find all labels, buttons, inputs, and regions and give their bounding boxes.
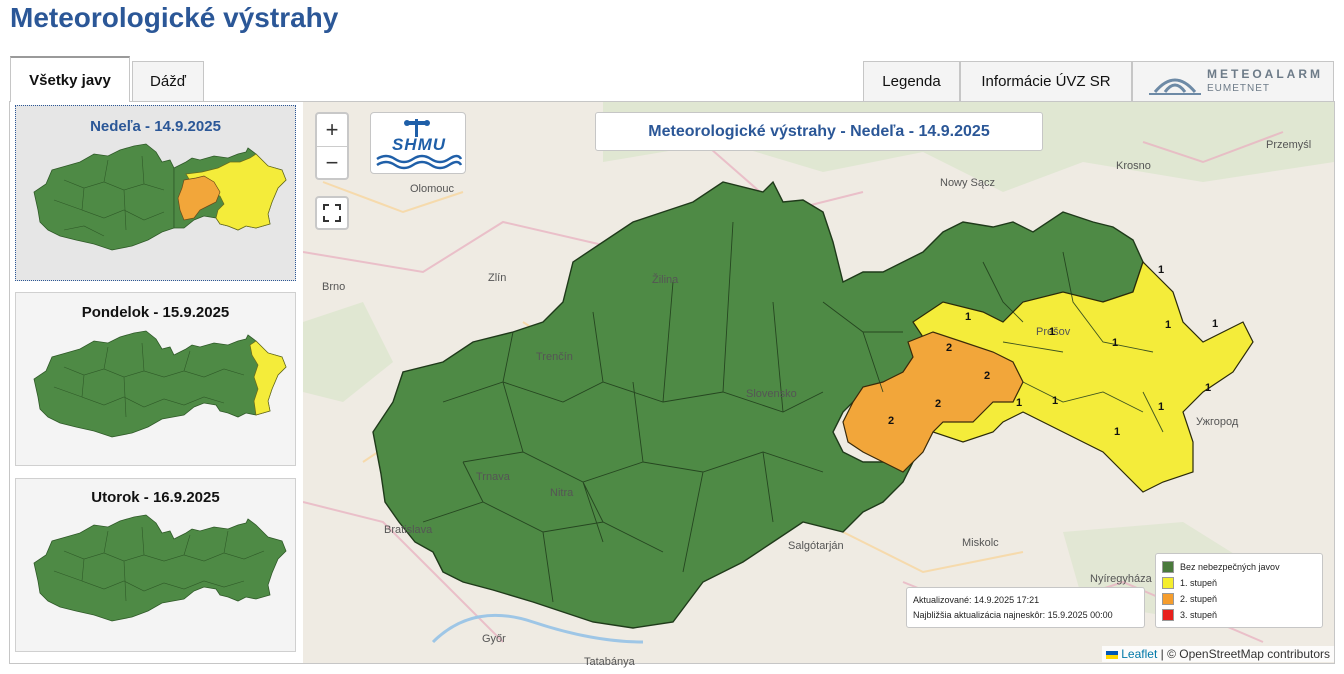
legend-row: 1. stupeň [1162, 575, 1316, 591]
zoom-in-button[interactable]: + [317, 114, 347, 146]
uvz-info-button[interactable]: Informácie ÚVZ SR [960, 61, 1132, 101]
day-card-sunday[interactable]: Nedeľa - 14.9.2025 [15, 105, 296, 281]
city-label: Trnava [476, 471, 510, 483]
warning-level-label: 2 [888, 415, 895, 427]
warning-level-label: 1 [1205, 382, 1212, 394]
warning-level-label: 2 [935, 398, 942, 410]
mini-map-sunday [33, 143, 287, 251]
city-label: Nitra [550, 487, 574, 499]
shmu-logo[interactable]: SHMU [370, 112, 466, 174]
legend-swatch [1162, 593, 1174, 605]
ukraine-flag-icon [1105, 650, 1118, 659]
warning-level-label: 1 [1165, 319, 1172, 331]
city-label: Ужгород [1196, 416, 1239, 428]
city-label: Trenčín [536, 351, 573, 363]
tab-all-phenomena[interactable]: Všetky javy [10, 56, 130, 102]
legend-button-label: Legenda [882, 73, 941, 90]
zoom-control: + − [315, 112, 349, 180]
osm-attribution: | © OpenStreetMap contributors [1160, 647, 1330, 661]
legend-label: Bez nebezpečných javov [1180, 562, 1280, 572]
update-info: Aktualizované: 14.9.2025 17:21 Najbližši… [906, 587, 1145, 628]
legend-label: 2. stupeň [1180, 594, 1218, 604]
meteoalarm-link[interactable]: METEOALARM EUMETNET [1132, 61, 1334, 101]
meteoalarm-logo-icon [1149, 78, 1201, 95]
page-title: Meteorologické výstrahy [10, 2, 339, 33]
fullscreen-button[interactable] [315, 196, 349, 230]
city-label: Brno [322, 281, 346, 293]
city-label: Tatabánya [584, 656, 635, 668]
eumetnet-text: EUMETNET [1207, 83, 1270, 94]
legend-row: 3. stupeň [1162, 607, 1316, 623]
map-title: Meteorologické výstrahy - Nedeľa - 14.9.… [595, 112, 1043, 151]
legend-row: 2. stupeň [1162, 591, 1316, 607]
shmu-logo-text: SHMU [391, 135, 447, 154]
day-card-tuesday[interactable]: Utorok - 16.9.2025 [15, 478, 296, 652]
tab-label: Dážď [150, 73, 186, 90]
legend-label: 3. stupeň [1180, 610, 1218, 620]
warning-level-label: 1 [965, 311, 972, 323]
warning-level-label: 1 [1052, 395, 1059, 407]
leaflet-link[interactable]: Leaflet [1121, 647, 1157, 661]
warning-level-label: 1 [1016, 397, 1023, 409]
fullscreen-icon [323, 204, 341, 222]
warning-level-label: 1 [1049, 326, 1056, 338]
city-label: Žilina [652, 274, 679, 286]
city-label: Zlín [488, 272, 507, 284]
warning-level-label: 2 [984, 370, 991, 382]
next-update-time: Najbližšia aktualizácia najneskôr: 15.9.… [913, 610, 1113, 620]
city-label: Salgótarján [788, 540, 844, 552]
city-label: Olomouc [410, 183, 455, 195]
day-title: Pondelok - 15.9.2025 [81, 304, 230, 321]
mini-map-tuesday [33, 514, 287, 622]
zoom-out-button[interactable]: − [317, 146, 347, 179]
city-label: Nyíregyháza [1090, 573, 1152, 585]
legend-swatch [1162, 577, 1174, 589]
day-title: Utorok - 16.9.2025 [91, 489, 220, 506]
updated-time: Aktualizované: 14.9.2025 17:21 [913, 595, 1040, 605]
uvz-info-label: Informácie ÚVZ SR [981, 73, 1111, 90]
warning-level-label: 1 [1112, 337, 1119, 349]
map-legend: Bez nebezpečných javov 1. stupeň 2. stup… [1155, 553, 1323, 628]
city-label: Bratislava [384, 524, 433, 536]
warning-level-label: 1 [1114, 426, 1121, 438]
map-attribution: Leaflet | © OpenStreetMap contributors [1101, 646, 1334, 662]
tab-label: Všetky javy [29, 71, 111, 89]
legend-row: Bez nebezpečných javov [1162, 559, 1316, 575]
day-title: Nedeľa - 14.9.2025 [90, 118, 221, 135]
legend-button[interactable]: Legenda [863, 61, 960, 101]
legend-label: 1. stupeň [1180, 578, 1218, 588]
legend-swatch [1162, 609, 1174, 621]
tab-rain[interactable]: Dážď [132, 61, 204, 101]
city-label: Győr [482, 633, 506, 645]
city-label: Nowy Sącz [940, 177, 996, 189]
warning-level-label: 1 [1212, 318, 1219, 330]
city-label: Slovensko [746, 388, 797, 400]
day-card-monday[interactable]: Pondelok - 15.9.2025 [15, 292, 296, 466]
mini-map-monday [33, 330, 287, 438]
city-label: Miskolc [962, 537, 999, 549]
warning-level-label: 1 [1158, 264, 1165, 276]
legend-swatch [1162, 561, 1174, 573]
warning-level-label: 1 [1158, 401, 1165, 413]
meteoalarm-text: METEOALARM [1207, 67, 1323, 81]
city-label: Krosno [1116, 160, 1151, 172]
city-label: Przemyśl [1266, 139, 1312, 151]
warning-level-label: 2 [946, 342, 953, 354]
